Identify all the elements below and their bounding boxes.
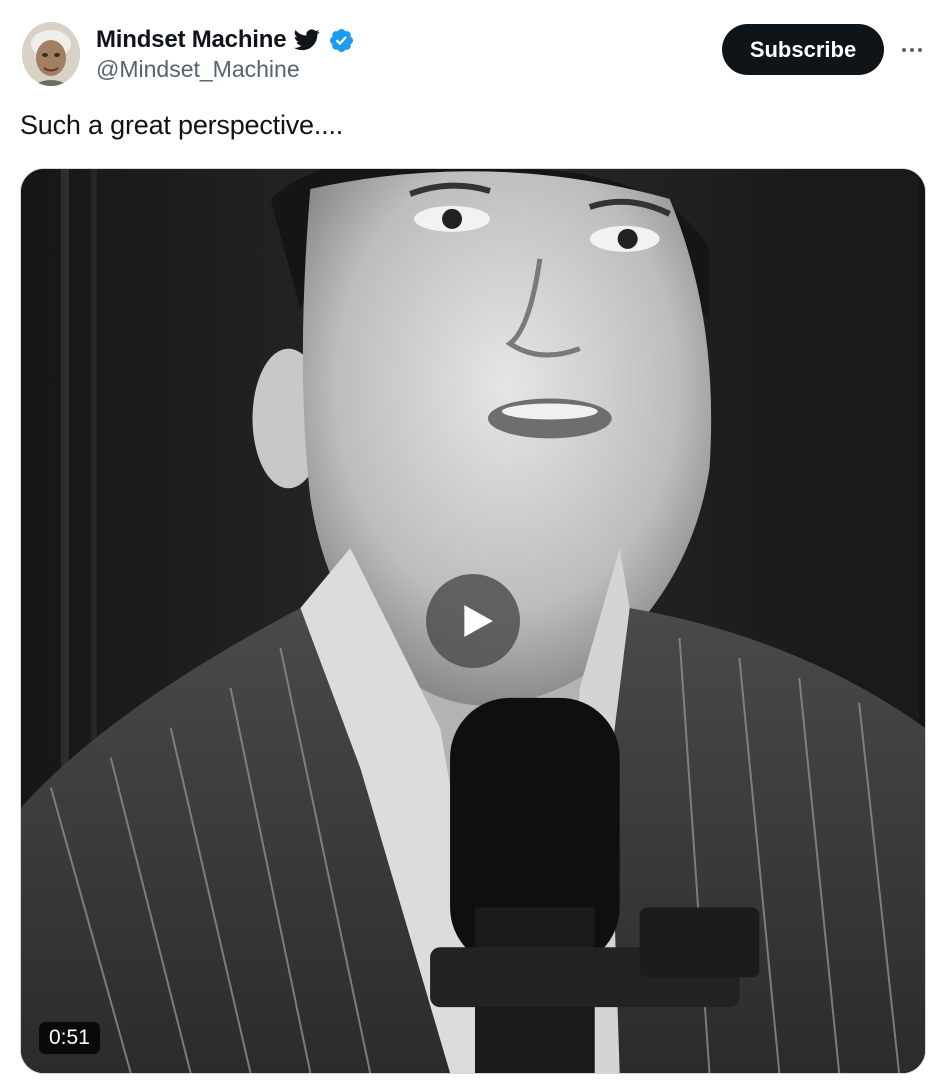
video-duration-badge: 0:51 [39,1022,100,1054]
author-handle[interactable]: @Mindset_Machine [96,56,300,83]
tweet-text: Such a great perspective.... [20,110,344,140]
avatar-image [22,22,80,86]
bird-icon [294,29,320,51]
more-dot [902,48,906,52]
avatar[interactable] [22,22,80,86]
play-button[interactable] [426,574,520,668]
more-dot [918,48,922,52]
verified-badge-icon [330,28,354,52]
video-player[interactable]: 0:51 [20,168,926,1074]
more-dot [910,48,914,52]
author-name[interactable]: Mindset Machine [96,26,287,54]
more-dots-icon[interactable] [896,36,928,64]
author-name-row: Mindset Machine [96,24,355,56]
play-icon [464,605,493,637]
subscribe-button[interactable]: Subscribe [722,24,884,75]
